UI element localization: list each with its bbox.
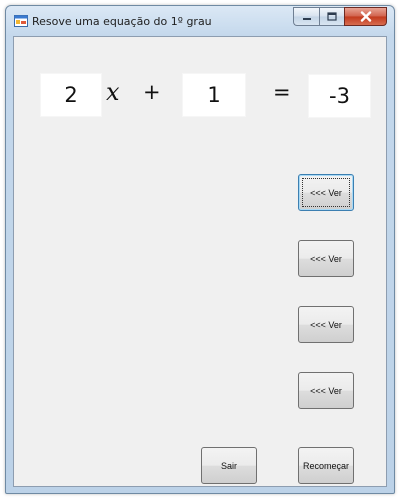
- maximize-icon: [327, 12, 337, 21]
- variable-label: 𝑥: [106, 78, 120, 106]
- coefficient-field[interactable]: 2: [40, 73, 102, 117]
- minimize-button[interactable]: [293, 7, 319, 26]
- result-field[interactable]: -3: [308, 74, 371, 118]
- ver-button-2[interactable]: <<< Ver: [298, 240, 354, 277]
- ver-button-3-label: <<< Ver: [310, 319, 342, 330]
- app-window: Resove uma equação do 1º grau 2 𝑥 + 1 = …: [5, 5, 395, 494]
- maximize-button[interactable]: [319, 7, 344, 26]
- ver-button-1[interactable]: <<< Ver: [298, 174, 354, 211]
- ver-button-4[interactable]: <<< Ver: [298, 372, 354, 409]
- sair-button-label: Sair: [220, 460, 237, 471]
- title-bar[interactable]: Resove uma equação do 1º grau: [6, 6, 394, 36]
- caption-buttons: [293, 7, 387, 26]
- recomecar-button[interactable]: Recomeçar: [298, 447, 354, 484]
- ver-button-1-label: <<< Ver: [310, 187, 342, 198]
- app-form-icon: [14, 15, 28, 27]
- window-title: Resove uma equação do 1º grau: [32, 15, 212, 28]
- plus-sign: +: [143, 80, 161, 104]
- sair-button[interactable]: Sair: [201, 447, 257, 484]
- close-button[interactable]: [344, 7, 387, 26]
- coefficient-value: 2: [64, 83, 78, 107]
- equals-sign: =: [273, 80, 291, 104]
- ver-button-3[interactable]: <<< Ver: [298, 306, 354, 343]
- constant-value: 1: [207, 83, 221, 107]
- close-icon: [360, 11, 371, 22]
- result-value: -3: [329, 84, 350, 108]
- minimize-icon: [302, 17, 311, 20]
- ver-button-4-label: <<< Ver: [310, 385, 342, 396]
- form-client-area: 2 𝑥 + 1 = -3 <<< Ver <<< Ver <<< Ver <<<…: [13, 36, 387, 487]
- constant-field[interactable]: 1: [182, 73, 246, 117]
- recomecar-button-label: Recomeçar: [302, 460, 349, 471]
- ver-button-2-label: <<< Ver: [310, 253, 342, 264]
